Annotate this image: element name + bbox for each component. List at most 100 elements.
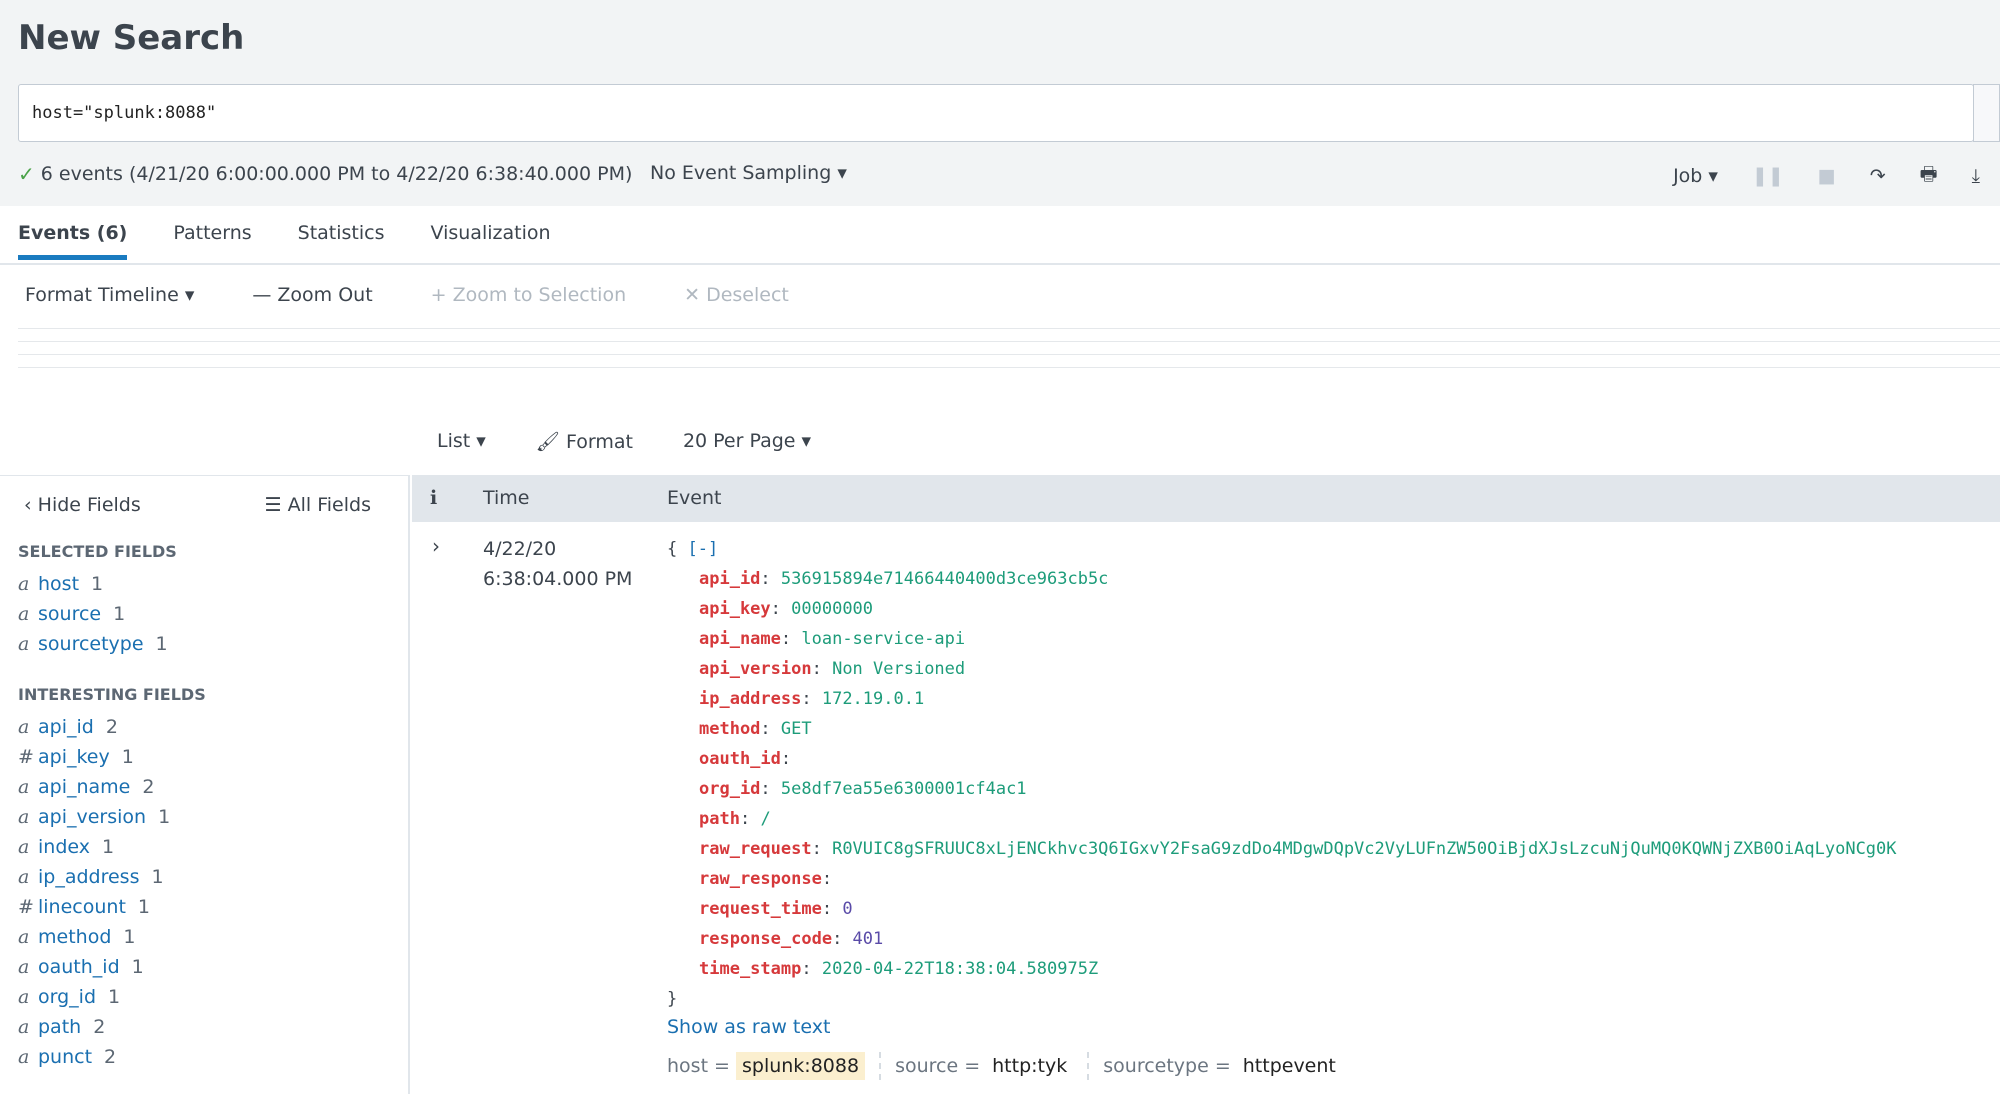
field-value[interactable]: 2020-04-22T18:38:04.580975Z <box>822 959 1098 979</box>
field-key[interactable]: raw_response <box>699 869 822 889</box>
field-value[interactable]: / <box>760 809 770 829</box>
field-value[interactable]: 172.19.0.1 <box>822 689 924 709</box>
field-item-oauth_id[interactable]: a oauth_id 1 <box>18 952 408 982</box>
field-name[interactable]: api_name <box>38 776 130 798</box>
tab-visualization[interactable]: Visualization <box>431 222 551 260</box>
field-item-path[interactable]: a path 2 <box>18 1012 408 1042</box>
field-key[interactable]: api_name <box>699 629 781 649</box>
field-value[interactable]: 5e8df7ea55e6300001cf4ac1 <box>781 779 1027 799</box>
field-count: 1 <box>113 603 126 625</box>
all-fields-button[interactable]: ☰ All Fields <box>265 494 371 516</box>
meta-key: sourcetype = <box>1103 1055 1231 1077</box>
field-name[interactable]: oauth_id <box>38 956 120 978</box>
field-item-punct[interactable]: a punct 2 <box>18 1042 408 1072</box>
event-field-raw_request: raw_request: R0VUIC8gSFRUUC8xLjENCkhvc3Q… <box>667 834 1897 864</box>
field-type-icon: # <box>18 746 34 768</box>
field-item-api_version[interactable]: a api_version 1 <box>18 802 408 832</box>
field-key[interactable]: raw_request <box>699 839 812 859</box>
field-item-ip_address[interactable]: a ip_address 1 <box>18 862 408 892</box>
expand-chevron-icon[interactable]: › <box>432 534 440 558</box>
zoom-out-button[interactable]: — Zoom Out <box>252 284 372 306</box>
field-item-org_id[interactable]: a org_id 1 <box>18 982 408 1012</box>
export-icon[interactable]: ⤓ <box>1972 165 1980 187</box>
timeline-chart[interactable] <box>18 328 2000 380</box>
event-field-api_id: api_id: 536915894e71466440400d3ce963cb5c <box>667 564 1897 594</box>
field-item-api_id[interactable]: a api_id 2 <box>18 712 408 742</box>
field-item-index[interactable]: a index 1 <box>18 832 408 862</box>
field-key[interactable]: path <box>699 809 740 829</box>
per-page-dropdown[interactable]: 20 Per Page ▾ <box>683 430 811 453</box>
field-item-sourcetype[interactable]: a sourcetype 1 <box>18 629 408 659</box>
field-key[interactable]: api_key <box>699 599 771 619</box>
print-icon[interactable]: 🖶 <box>1920 160 1938 192</box>
field-name[interactable]: method <box>38 926 111 948</box>
meta-value[interactable]: splunk:8088 <box>735 1052 866 1080</box>
show-raw-text-link[interactable]: Show as raw text <box>667 1016 1897 1046</box>
field-key[interactable]: org_id <box>699 779 760 799</box>
format-timeline-button[interactable]: Format Timeline ▾ <box>25 284 194 306</box>
event-count: 6 events (4/21/20 6:00:00.000 PM to 4/22… <box>40 163 633 185</box>
field-key[interactable]: api_version <box>699 659 812 679</box>
field-name[interactable]: linecount <box>38 896 126 918</box>
event-sampling-dropdown[interactable]: No Event Sampling ▾ <box>650 162 847 184</box>
job-menu[interactable]: Job ▾ <box>1673 165 1718 187</box>
field-name[interactable]: sourcetype <box>38 633 144 655</box>
field-item-linecount[interactable]: # linecount 1 <box>18 892 408 922</box>
field-name[interactable]: host <box>38 573 79 595</box>
time-column-header[interactable]: Time <box>483 487 530 509</box>
field-value[interactable]: 0 <box>842 899 852 919</box>
tab-events[interactable]: Events (6) <box>18 222 128 260</box>
job-toolbar: Job ▾ ❚❚ ■ ↷ 🖶 ⤓ <box>1673 160 1980 192</box>
field-key[interactable]: time_stamp <box>699 959 801 979</box>
field-name[interactable]: punct <box>38 1046 92 1068</box>
field-key[interactable]: ip_address <box>699 689 801 709</box>
format-button[interactable]: 🖌 Format <box>536 430 633 453</box>
field-item-host[interactable]: a host 1 <box>18 569 408 599</box>
event-field-oauth_id: oauth_id: <box>667 744 1897 774</box>
stop-icon[interactable]: ■ <box>1818 165 1836 187</box>
field-name[interactable]: ip_address <box>38 866 140 888</box>
deselect-button[interactable]: ✕ Deselect <box>684 284 789 306</box>
field-value[interactable]: loan-service-api <box>801 629 965 649</box>
field-name[interactable]: api_key <box>38 746 110 768</box>
field-name[interactable]: api_version <box>38 806 146 828</box>
field-name[interactable]: index <box>38 836 90 858</box>
field-value[interactable]: 536915894e71466440400d3ce963cb5c <box>781 569 1109 589</box>
field-type-icon: a <box>18 776 30 798</box>
field-key[interactable]: api_id <box>699 569 760 589</box>
fields-sidebar: ‹ Hide Fields ☰ All Fields SELECTED FIEL… <box>0 475 410 1094</box>
share-icon[interactable]: ↷ <box>1870 165 1886 187</box>
meta-value[interactable]: httpevent <box>1237 1052 1342 1080</box>
pause-icon[interactable]: ❚❚ <box>1752 165 1784 187</box>
field-key[interactable]: oauth_id <box>699 749 781 769</box>
meta-value[interactable]: http:tyk <box>986 1052 1073 1080</box>
field-value[interactable]: 401 <box>853 929 884 949</box>
list-dropdown[interactable]: List ▾ <box>437 430 486 453</box>
field-count: 1 <box>91 573 104 595</box>
event-field-api_name: api_name: loan-service-api <box>667 624 1897 654</box>
tab-patterns[interactable]: Patterns <box>173 222 251 260</box>
time-range-picker[interactable] <box>1973 84 2000 142</box>
colon: : <box>821 869 833 889</box>
field-key[interactable]: response_code <box>699 929 832 949</box>
field-key[interactable]: method <box>699 719 760 739</box>
field-value[interactable]: GET <box>781 719 812 739</box>
field-name[interactable]: path <box>38 1016 81 1038</box>
field-name[interactable]: api_id <box>38 716 94 738</box>
hide-fields-button[interactable]: ‹ Hide Fields <box>24 494 141 516</box>
field-value[interactable]: R0VUIC8gSFRUUC8xLjENCkhvc3Q6IGxvY2FsaG9z… <box>832 839 1896 859</box>
field-item-source[interactable]: a source 1 <box>18 599 408 629</box>
field-count: 1 <box>121 746 134 768</box>
field-item-api_name[interactable]: a api_name 2 <box>18 772 408 802</box>
field-name[interactable]: org_id <box>38 986 96 1008</box>
field-value[interactable]: Non Versioned <box>832 659 965 679</box>
field-item-api_key[interactable]: # api_key 1 <box>18 742 408 772</box>
search-input[interactable]: host="splunk:8088" <box>18 84 1974 142</box>
tab-statistics[interactable]: Statistics <box>298 222 385 260</box>
collapse-toggle[interactable]: [-] <box>688 539 719 559</box>
zoom-to-selection-button[interactable]: + Zoom to Selection <box>431 284 626 306</box>
field-key[interactable]: request_time <box>699 899 822 919</box>
field-name[interactable]: source <box>38 603 101 625</box>
field-item-method[interactable]: a method 1 <box>18 922 408 952</box>
field-value[interactable]: 00000000 <box>791 599 873 619</box>
